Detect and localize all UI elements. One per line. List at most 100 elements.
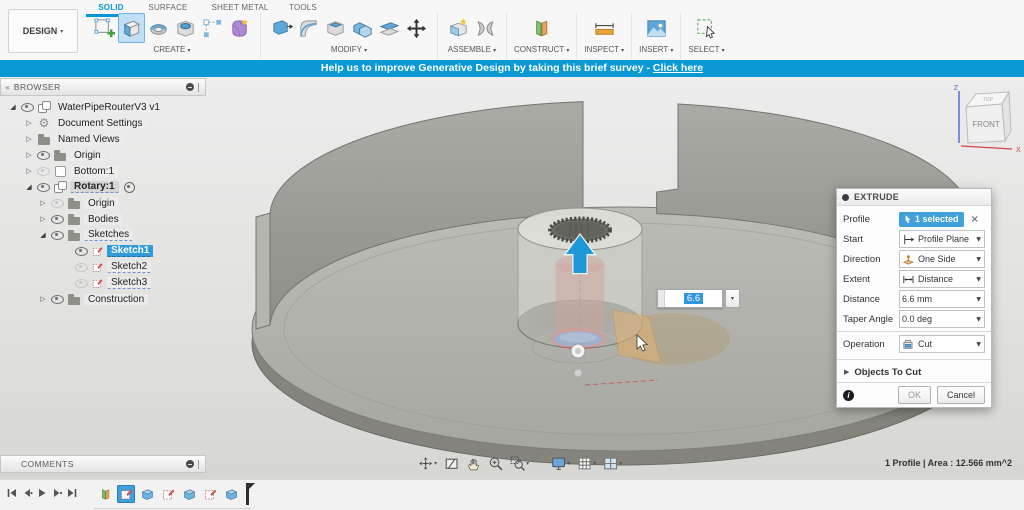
clear-selection-icon[interactable]: ×: [971, 214, 979, 225]
expander-icon[interactable]: ▷: [38, 215, 48, 223]
tree-item-sketches[interactable]: ◢ Sketches: [0, 227, 206, 243]
chevron-down-icon[interactable]: ▾: [526, 460, 529, 467]
dialog-grip-icon[interactable]: [842, 193, 849, 201]
tree-item-sketch2[interactable]: Sketch2: [0, 259, 206, 275]
cancel-button[interactable]: Cancel: [936, 386, 985, 404]
chevron-down-icon[interactable]: ▾: [567, 460, 570, 467]
operation-dropdown[interactable]: Cut ▼: [899, 335, 985, 353]
visibility-eye-icon[interactable]: [37, 150, 50, 160]
tree-item-sketch3[interactable]: Sketch3: [0, 275, 206, 291]
grid-settings-icon[interactable]: ▾: [577, 456, 596, 471]
fillet-icon[interactable]: [295, 13, 322, 43]
chevron-down-icon[interactable]: ▾: [593, 460, 596, 467]
direction-dropdown[interactable]: One Side ▼: [899, 250, 985, 268]
create-sketch-icon[interactable]: [91, 13, 118, 43]
visibility-eye-icon[interactable]: [51, 214, 64, 224]
dimension-input[interactable]: 6.6: [657, 289, 723, 308]
chevron-down-icon[interactable]: ▾: [434, 460, 437, 467]
extrude-icon[interactable]: [118, 13, 145, 43]
collapse-panel-icon[interactable]: «: [5, 83, 10, 92]
visibility-eye-icon[interactable]: [75, 278, 88, 288]
timeline-sketch-icon[interactable]: [201, 485, 219, 503]
new-component-icon[interactable]: [445, 13, 472, 43]
window-zoom-icon[interactable]: ▾: [510, 456, 529, 471]
offset-face-icon[interactable]: [376, 13, 403, 43]
step-back-icon[interactable]: [21, 486, 33, 504]
expander-icon[interactable]: ▷: [24, 135, 34, 143]
tree-item-origin[interactable]: ▷ Origin: [0, 147, 206, 163]
expander-icon[interactable]: ▷: [24, 119, 34, 127]
tree-item-sketch1[interactable]: Sketch1: [0, 243, 206, 259]
expander-icon[interactable]: ◢: [8, 103, 18, 111]
tree-item-construction[interactable]: ▷ Construction: [0, 291, 206, 307]
toolbar-group-label[interactable]: MODIFY ▾: [331, 45, 367, 54]
zoom-icon[interactable]: [488, 456, 503, 471]
expander-icon[interactable]: ◢: [38, 231, 48, 239]
toolbar-group-label[interactable]: INSPECT ▾: [584, 45, 624, 54]
timeline-construct-plane-icon[interactable]: [96, 485, 114, 503]
visibility-eye-icon[interactable]: [75, 262, 88, 272]
visibility-eye-icon[interactable]: [21, 102, 34, 112]
timeline-extrude-feature-icon[interactable]: [138, 485, 156, 503]
expander-icon[interactable]: ▷: [38, 199, 48, 207]
insert-image-icon[interactable]: [643, 13, 670, 43]
timeline-playhead[interactable]: [246, 483, 249, 505]
info-icon[interactable]: i: [843, 389, 854, 401]
hole-icon[interactable]: [172, 13, 199, 43]
display-settings-icon[interactable]: ▾: [551, 456, 570, 471]
design-menu-button[interactable]: DESIGN ▾: [8, 9, 78, 53]
select-icon[interactable]: [693, 13, 720, 43]
viewcube[interactable]: FRONT TOP Z X: [950, 83, 1022, 164]
visibility-eye-icon[interactable]: [37, 182, 50, 192]
model-viewport[interactable]: 6.6 ▾ FRONT TOP Z X « BROWSER ◢ WaterPipe…: [0, 77, 1024, 479]
press-pull-icon[interactable]: [268, 13, 295, 43]
step-forward-icon[interactable]: [51, 486, 63, 504]
distance-input[interactable]: 6.6 mm ▼: [899, 290, 985, 308]
extent-dropdown[interactable]: Distance ▼: [899, 270, 985, 288]
start-dropdown[interactable]: Profile Plane ▼: [899, 230, 985, 248]
ok-button[interactable]: OK: [897, 386, 931, 404]
viewports-icon[interactable]: ▾: [603, 456, 622, 471]
revolve-icon[interactable]: [145, 13, 172, 43]
look-at-icon[interactable]: [444, 456, 459, 471]
pattern-icon[interactable]: [199, 13, 226, 43]
timeline-extrude-feature-icon[interactable]: [180, 485, 198, 503]
panel-grip[interactable]: [198, 459, 201, 469]
profile-selected-chip[interactable]: 1 selected: [899, 211, 964, 227]
expander-icon[interactable]: ▷: [38, 295, 48, 303]
go-to-start-icon[interactable]: [6, 486, 18, 504]
timeline-sketch-icon[interactable]: [159, 485, 177, 503]
toolbar-group-label[interactable]: SELECT ▾: [688, 45, 724, 54]
timeline-sketch-icon[interactable]: [117, 485, 135, 503]
tree-item-bottom-1[interactable]: ▷ Bottom:1: [0, 163, 206, 179]
timeline-extrude-feature-icon[interactable]: [222, 485, 240, 503]
tree-item-waterpiperouterv3-v1[interactable]: ◢ WaterPipeRouterV3 v1: [0, 99, 206, 115]
visibility-eye-icon[interactable]: [51, 198, 64, 208]
toolbar-group-label[interactable]: CREATE ▾: [153, 45, 190, 54]
extrude-dialog-titlebar[interactable]: EXTRUDE: [837, 189, 991, 206]
measure-icon[interactable]: [591, 13, 618, 43]
expander-icon[interactable]: ▷: [24, 167, 34, 175]
visibility-eye-icon[interactable]: [51, 294, 64, 304]
tree-item-document-settings[interactable]: ▷ ⚙ Document Settings: [0, 115, 206, 131]
visibility-eye-icon[interactable]: [37, 166, 50, 176]
pan-icon[interactable]: [466, 456, 481, 471]
visibility-eye-icon[interactable]: [51, 230, 64, 240]
panel-grip[interactable]: [198, 82, 201, 92]
expander-icon[interactable]: ▷: [24, 151, 34, 159]
construct-plane-icon[interactable]: [528, 13, 555, 43]
orbit-icon[interactable]: ▾: [418, 456, 437, 471]
tree-item-origin[interactable]: ▷ Origin: [0, 195, 206, 211]
combine-icon[interactable]: [349, 13, 376, 43]
play-icon[interactable]: [36, 486, 48, 504]
shell-icon[interactable]: [322, 13, 349, 43]
objects-to-cut-section[interactable]: ▶ Objects To Cut: [837, 362, 991, 382]
toolbar-group-label[interactable]: CONSTRUCT ▾: [514, 45, 569, 54]
go-to-end-icon[interactable]: [66, 486, 78, 504]
browser-header[interactable]: « BROWSER: [0, 78, 206, 96]
joint-icon[interactable]: [472, 13, 499, 43]
tree-item-named-views[interactable]: ▷ Named Views: [0, 131, 206, 147]
activate-component-radio[interactable]: [123, 181, 135, 193]
panel-menu-icon[interactable]: [186, 83, 194, 91]
taper-angle-input[interactable]: 0.0 deg ▼: [899, 310, 985, 328]
